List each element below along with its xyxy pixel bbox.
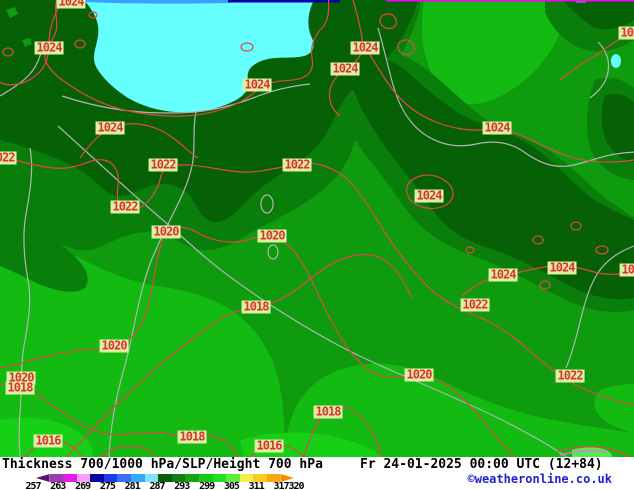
scale-tick-value: 281 [124, 481, 141, 490]
scale-tick-value: 317 [273, 481, 289, 490]
map-area: 1024102410241024102410241024102410241024… [0, 0, 634, 457]
scale-tick-value: 257 [25, 481, 41, 490]
scale-tick-value: 287 [149, 481, 165, 490]
legend-bar: Thickness 700/1000 hPa/SLP/Height 700 hP… [0, 457, 634, 490]
scale-tick-value: 293 [174, 481, 190, 490]
weather-map-page: 1024102410241024102410241024102410241024… [0, 0, 634, 490]
legend-title: Thickness 700/1000 hPa/SLP/Height 700 hP… [2, 457, 323, 472]
copyright-text: ©weatheronline.co.uk [467, 472, 613, 486]
scale-tick-value: 320 [288, 481, 304, 490]
scale-tick-value: 269 [75, 481, 91, 490]
weather-map [0, 0, 634, 457]
scale-tick-value: 275 [99, 481, 116, 490]
scale-tick-value: 263 [50, 481, 66, 490]
forecast-datetime: Fr 24-01-2025 00:00 UTC (12+84) [360, 457, 603, 472]
lake [611, 54, 621, 68]
scale-tick-value: 311 [248, 481, 265, 490]
scale-tick-value: 299 [199, 481, 215, 490]
scale-tick-value: 305 [223, 481, 240, 490]
thickness-scale-values: 257 263 269 275 281 287 293 299 305 311 317 320 [0, 482, 320, 490]
